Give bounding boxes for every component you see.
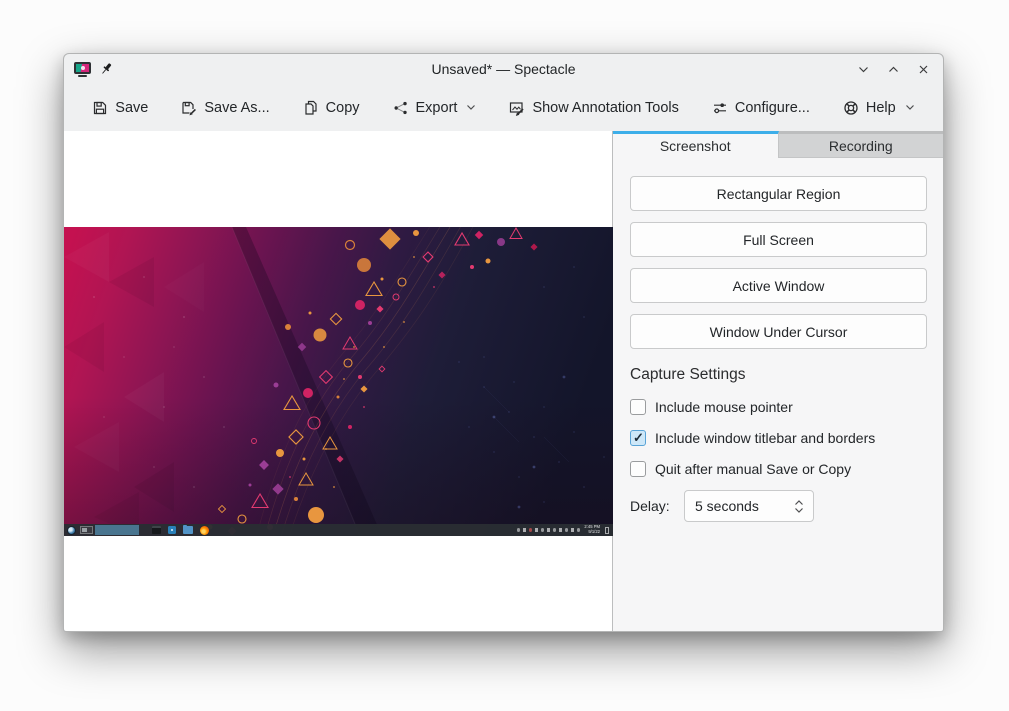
close-button[interactable] [913,59,933,79]
preview-peek-button [605,527,609,534]
include-titlebar-label: Include window titlebar and borders [655,430,875,446]
save-as-label: Save As... [204,100,269,116]
rectangular-region-button[interactable]: Rectangular Region [630,176,927,211]
delay-row: Delay: 5 seconds [630,490,927,522]
help-icon [843,100,859,116]
show-annotation-tools-button[interactable]: Show Annotation Tools [509,100,678,116]
screenshot-preview-image: 2:45 PM 9/1/22 [64,227,613,536]
minimize-button[interactable] [853,59,873,79]
chevron-down-icon [905,104,915,111]
delay-value: 5 seconds [695,498,794,514]
preview-app-icon [168,526,176,534]
save-as-icon [181,100,197,116]
include-mouse-pointer-checkbox[interactable] [630,399,646,415]
save-label: Save [115,100,148,116]
delay-label: Delay: [630,498,676,514]
preview-pager [80,526,93,534]
preview-clock: 2:45 PM 9/1/22 [584,525,600,534]
spin-down-icon[interactable] [794,507,804,513]
export-label: Export [416,100,458,116]
configure-icon [712,100,728,116]
capture-panel: Screenshot Recording Rectangular Region … [613,131,943,631]
quit-after-save-row: Quit after manual Save or Copy [630,461,927,477]
window-under-cursor-button[interactable]: Window Under Cursor [630,314,927,349]
include-mouse-pointer-label: Include mouse pointer [655,399,793,415]
quit-after-save-checkbox[interactable] [630,461,646,477]
quit-after-save-label: Quit after manual Save or Copy [655,461,851,477]
preview-console-icon [152,526,161,534]
spectacle-app-icon [74,62,91,77]
tab-recording-label: Recording [829,138,893,154]
include-mouse-pointer-row: Include mouse pointer [630,399,927,415]
copy-icon [303,100,319,116]
configure-label: Configure... [735,100,810,116]
include-titlebar-checkbox[interactable] [630,430,646,446]
help-button[interactable]: Help [843,100,915,116]
full-screen-button[interactable]: Full Screen [630,222,927,257]
maximize-button[interactable] [883,59,903,79]
screenshot-preview-pane: 2:45 PM 9/1/22 [64,131,613,631]
preview-system-tray [517,528,581,532]
save-as-button[interactable]: Save As... [181,100,269,116]
pin-icon[interactable] [99,61,115,77]
wallpaper-graphic [64,227,613,536]
active-window-button[interactable]: Active Window [630,268,927,303]
preview-taskbar: 2:45 PM 9/1/22 [64,524,613,536]
export-button[interactable]: Export [393,100,477,116]
capture-settings-heading: Capture Settings [630,366,927,384]
tabbar: Screenshot Recording [613,131,943,158]
close-icon [917,63,930,76]
chevron-down-icon [466,104,476,111]
save-icon [92,100,108,116]
tab-screenshot[interactable]: Screenshot [613,131,779,158]
titlebar: Unsaved* — Spectacle [64,54,943,84]
annotation-icon [509,100,525,116]
preview-active-task [95,525,139,535]
maximize-icon [887,63,900,76]
delay-spinbox[interactable]: 5 seconds [684,490,814,522]
tab-screenshot-label: Screenshot [660,138,731,154]
preview-launcher-icon [67,526,76,535]
toolbar: Save Save As... Copy [64,84,943,131]
copy-label: Copy [326,100,360,116]
spin-up-icon[interactable] [794,500,804,506]
configure-button[interactable]: Configure... [712,100,810,116]
save-button[interactable]: Save [92,100,148,116]
spectacle-window: Unsaved* — Spectacle Save [63,53,944,632]
preview-firefox-icon [200,526,209,535]
minimize-icon [857,63,870,76]
preview-folder-icon [183,526,193,534]
tab-recording[interactable]: Recording [779,131,944,158]
show-annotation-tools-label: Show Annotation Tools [532,100,678,116]
copy-button[interactable]: Copy [303,100,360,116]
export-icon [393,100,409,116]
include-titlebar-row: Include window titlebar and borders [630,430,927,446]
window-title: Unsaved* — Spectacle [64,61,943,77]
help-label: Help [866,100,896,116]
